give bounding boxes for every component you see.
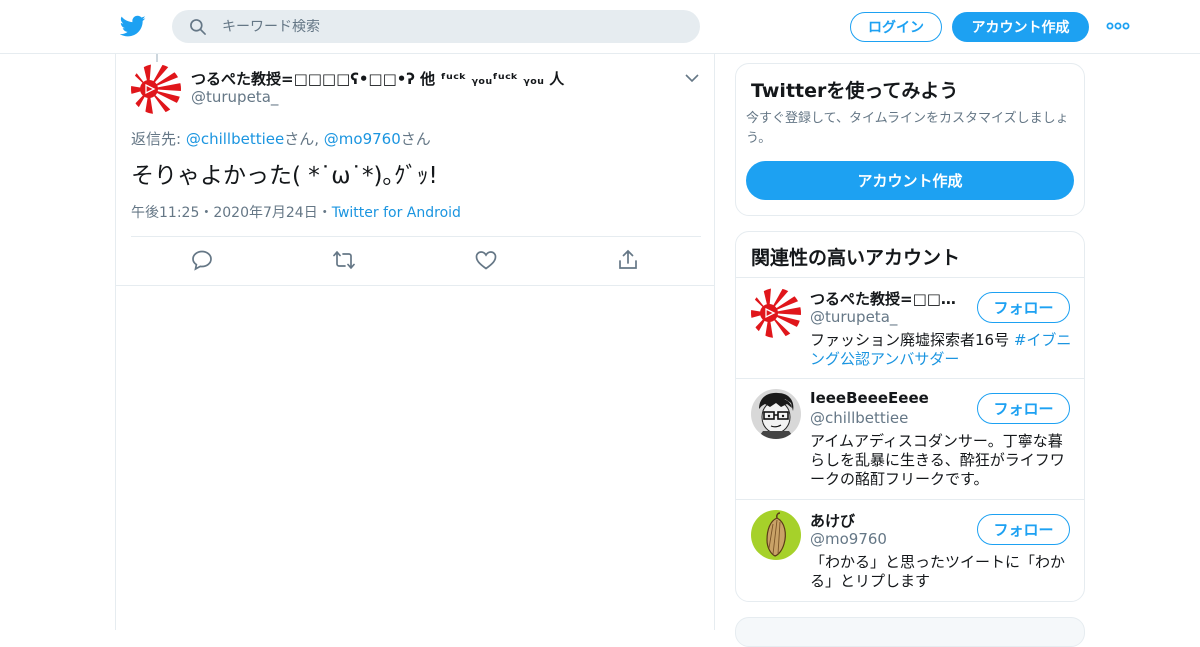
- trends-card-partial: [735, 617, 1085, 647]
- related-account-handle[interactable]: @chillbettiee: [810, 409, 908, 427]
- tweet-metadata: 午後11:25・2020年7月24日・Twitter for Android: [131, 202, 461, 222]
- more-dots-icon[interactable]: [1106, 18, 1130, 34]
- related-account-bio: 「わかる」と思ったツイートに「わかる」とリプします: [810, 553, 1066, 590]
- meta-separator: ・: [199, 205, 214, 221]
- signup-card: Twitterを使ってみよう 今すぐ登録して、タイムラインをカスタマイズしましょ…: [735, 63, 1085, 216]
- manga-face-avatar-image: [751, 389, 801, 439]
- retweet-icon[interactable]: [332, 248, 356, 272]
- follow-button[interactable]: フォロー: [977, 393, 1070, 424]
- twitter-bird-icon[interactable]: [120, 13, 146, 39]
- search-input[interactable]: [222, 18, 662, 35]
- related-account-handle[interactable]: @mo9760: [810, 530, 887, 548]
- tweet-actions: [116, 248, 714, 274]
- meta-separator: ・: [317, 205, 332, 221]
- related-account-item[interactable]: つるぺた教授=□□□□□□□□ @turupeta_ フォロー ファッション廃墟…: [736, 278, 1084, 379]
- related-account-item[interactable]: あけび @mo9760 フォロー 「わかる」と思ったツイートに「わかる」とリプし…: [736, 500, 1084, 601]
- bio-text: ファッション廃墟探索者16号: [810, 331, 1014, 349]
- related-accounts-title: 関連性の高いアカウント: [751, 247, 961, 269]
- rising-sun-avatar-image: [131, 64, 181, 114]
- search-bar[interactable]: [172, 10, 700, 43]
- signup-card-button[interactable]: アカウント作成: [746, 161, 1074, 200]
- reply-prefix: 返信先:: [131, 130, 186, 148]
- reply-mention-link[interactable]: @chillbettiee: [186, 130, 284, 148]
- related-account-avatar[interactable]: [751, 510, 801, 560]
- follow-button[interactable]: フォロー: [977, 514, 1070, 545]
- thread-connector: [156, 54, 158, 62]
- main-column: つるぺた教授=□□□□ʕ•□□•ʔ 他 ᶠᵘᶜᵏ ᵧₒᵤᶠᵘᶜᵏ ᵧₒᵤ 人 @…: [115, 54, 715, 630]
- related-account-handle[interactable]: @turupeta_: [810, 308, 897, 326]
- reply-suffix: さん: [400, 130, 431, 148]
- reply-mention-link[interactable]: @mo9760: [324, 130, 401, 148]
- signup-card-title: Twitterを使ってみよう: [751, 80, 959, 102]
- follow-button[interactable]: フォロー: [977, 292, 1070, 323]
- signup-card-description: 今すぐ登録して、タイムラインをカスタマイズしましょう。: [746, 111, 1069, 146]
- tweet-date[interactable]: 2020年7月24日: [213, 205, 317, 221]
- tweet-author-avatar[interactable]: [131, 64, 181, 114]
- search-icon: [190, 18, 206, 35]
- share-icon[interactable]: [616, 248, 640, 272]
- reply-context: 返信先: @chillbettieeさん, @mo9760さん: [131, 128, 431, 149]
- related-accounts-card: 関連性の高いアカウント つるぺた教授=□□□□□□□□ @turupeta_ フ…: [735, 231, 1085, 602]
- top-nav: ログイン アカウント作成: [0, 0, 1200, 54]
- rising-sun-avatar-image: [751, 288, 801, 338]
- related-account-item[interactable]: IeeeBeeeEeee @chillbettiee フォロー アイムアディスコ…: [736, 379, 1084, 500]
- related-account-name[interactable]: あけび: [810, 510, 970, 531]
- related-account-bio: アイムアディスコダンサー。丁寧な暮らしを乱暴に生きる、酔狂がライフワークの酩酊フ…: [810, 432, 1065, 488]
- divider: [131, 236, 701, 237]
- reply-icon[interactable]: [190, 248, 214, 272]
- related-account-avatar[interactable]: [751, 389, 801, 439]
- related-account-name[interactable]: IeeeBeeeEeee: [810, 389, 970, 407]
- tweet-source-link[interactable]: Twitter for Android: [332, 205, 461, 221]
- reply-separator: さん,: [284, 130, 324, 148]
- divider: [116, 285, 714, 286]
- like-icon[interactable]: [474, 248, 498, 272]
- tweet-time[interactable]: 午後11:25: [131, 205, 199, 221]
- login-button[interactable]: ログイン: [850, 12, 942, 42]
- related-account-avatar[interactable]: [751, 288, 801, 338]
- chevron-down-icon[interactable]: [684, 72, 700, 84]
- tweet-author-name[interactable]: つるぺた教授=□□□□ʕ•□□•ʔ 他 ᶠᵘᶜᵏ ᵧₒᵤᶠᵘᶜᵏ ᵧₒᵤ 人: [191, 68, 564, 89]
- related-account-bio: ファッション廃墟探索者16号 #イブニング公認アンバサダー: [810, 331, 1072, 369]
- tweet-author-handle[interactable]: @turupeta_: [191, 88, 278, 106]
- signup-button[interactable]: アカウント作成: [952, 12, 1089, 42]
- related-account-name[interactable]: つるぺた教授=□□□□□□□□: [810, 288, 970, 309]
- tweet-text: そりゃよかった( *˙ω˙*)｡ｸﾞｯ!: [131, 163, 438, 189]
- akebi-fruit-avatar-image: [751, 510, 801, 560]
